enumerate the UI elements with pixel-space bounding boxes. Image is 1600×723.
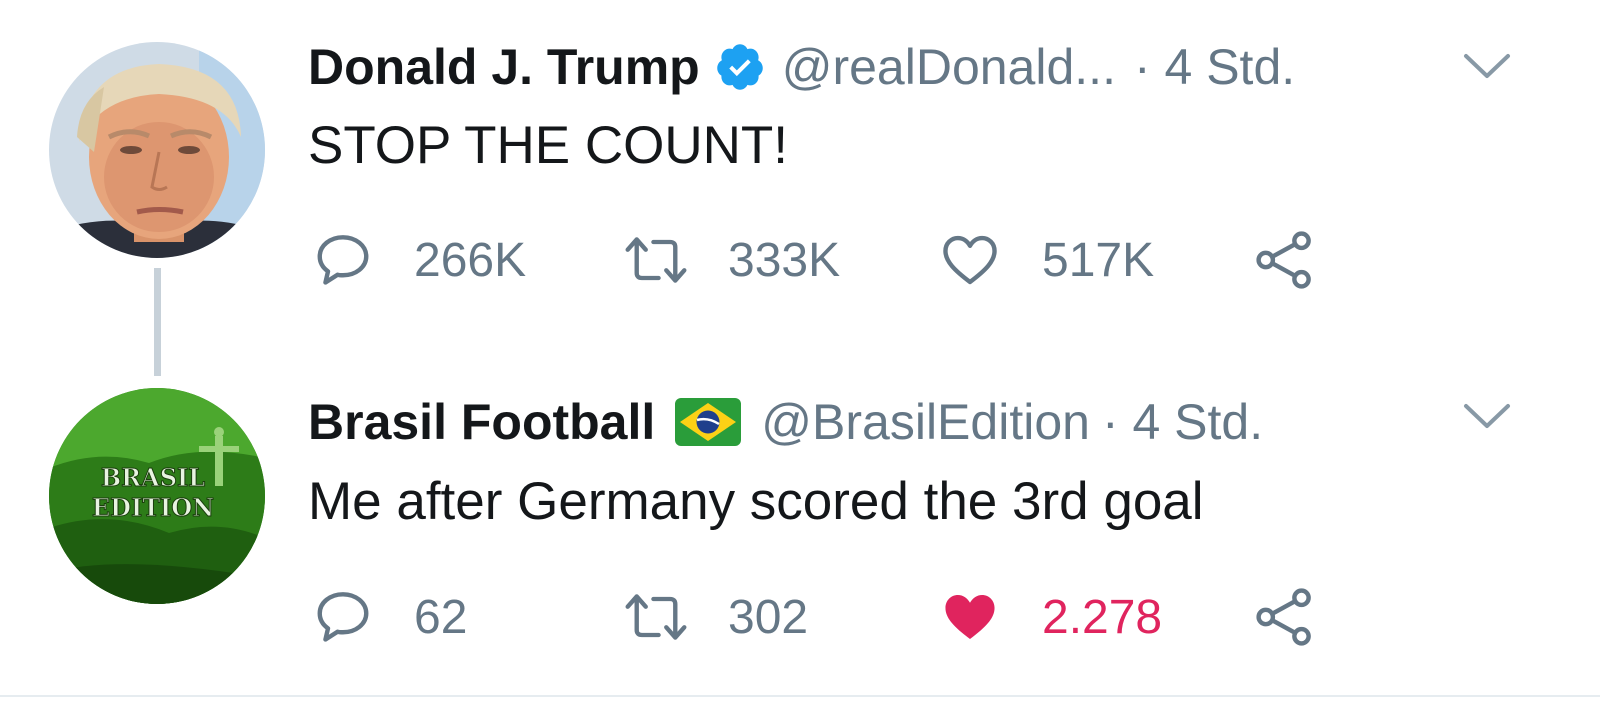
reply-button[interactable]: 266K	[312, 228, 526, 292]
tweet-header: Donald J. Trump @realDonald... · 4 Std.	[308, 37, 1295, 97]
tweet-header: Brasil Football @BrasilEdition · 4 Std.	[308, 392, 1263, 452]
retweet-count: 302	[728, 590, 809, 644]
brazil-flag-icon	[675, 398, 742, 446]
retweet-arrows-icon	[625, 594, 687, 640]
display-name[interactable]: Brasil Football	[308, 392, 655, 452]
reply-button[interactable]: 62	[312, 585, 467, 649]
like-button[interactable]: 2.278	[938, 585, 1162, 649]
divider	[0, 695, 1600, 697]
share-nodes-icon	[1256, 588, 1311, 646]
tweet-1[interactable]: Donald J. Trump @realDonald... · 4 Std. …	[0, 0, 1600, 350]
user-handle[interactable]: @realDonald...	[782, 37, 1116, 97]
retweet-arrows-icon	[625, 237, 687, 283]
tweet-2[interactable]: BRASIL EDITION Brasil Football @BrasilEd…	[0, 350, 1600, 695]
tweet-actions: 62 302 2.278	[312, 585, 1412, 649]
share-button[interactable]	[1252, 585, 1318, 649]
avatar-logo-line-2: EDITION	[92, 493, 214, 522]
reply-count: 62	[414, 590, 468, 644]
user-handle[interactable]: @BrasilEdition	[761, 392, 1090, 452]
chevron-down-icon[interactable]	[1462, 52, 1512, 82]
like-count: 517K	[1042, 233, 1155, 287]
chevron-down-icon[interactable]	[1462, 402, 1512, 432]
tweet-timestamp[interactable]: · 4 Std.	[1134, 37, 1295, 97]
like-button[interactable]: 517K	[938, 228, 1154, 292]
verified-badge-icon	[714, 41, 766, 93]
share-nodes-icon	[1256, 231, 1311, 289]
heart-icon	[943, 235, 997, 285]
avatar[interactable]	[49, 42, 265, 258]
reply-count: 266K	[414, 233, 527, 287]
speech-bubble-icon	[317, 592, 369, 642]
tweet-actions: 266K 333K 517K	[312, 228, 1412, 292]
display-name[interactable]: Donald J. Trump	[308, 37, 700, 97]
avatar-logo-line-1: BRASIL	[101, 463, 205, 492]
retweet-button[interactable]: 333K	[620, 228, 840, 292]
retweet-count: 333K	[728, 233, 841, 287]
like-count: 2.278	[1042, 590, 1163, 644]
avatar[interactable]: BRASIL EDITION	[49, 388, 265, 604]
tweet-timestamp[interactable]: · 4 Std.	[1102, 392, 1263, 452]
retweet-button[interactable]: 302	[620, 585, 808, 649]
share-button[interactable]	[1252, 228, 1318, 292]
tweet-text: Me after Germany scored the 3rd goal	[308, 472, 1204, 531]
tweet-text: STOP THE COUNT!	[308, 116, 789, 175]
speech-bubble-icon	[317, 235, 369, 285]
heart-icon	[945, 595, 995, 639]
